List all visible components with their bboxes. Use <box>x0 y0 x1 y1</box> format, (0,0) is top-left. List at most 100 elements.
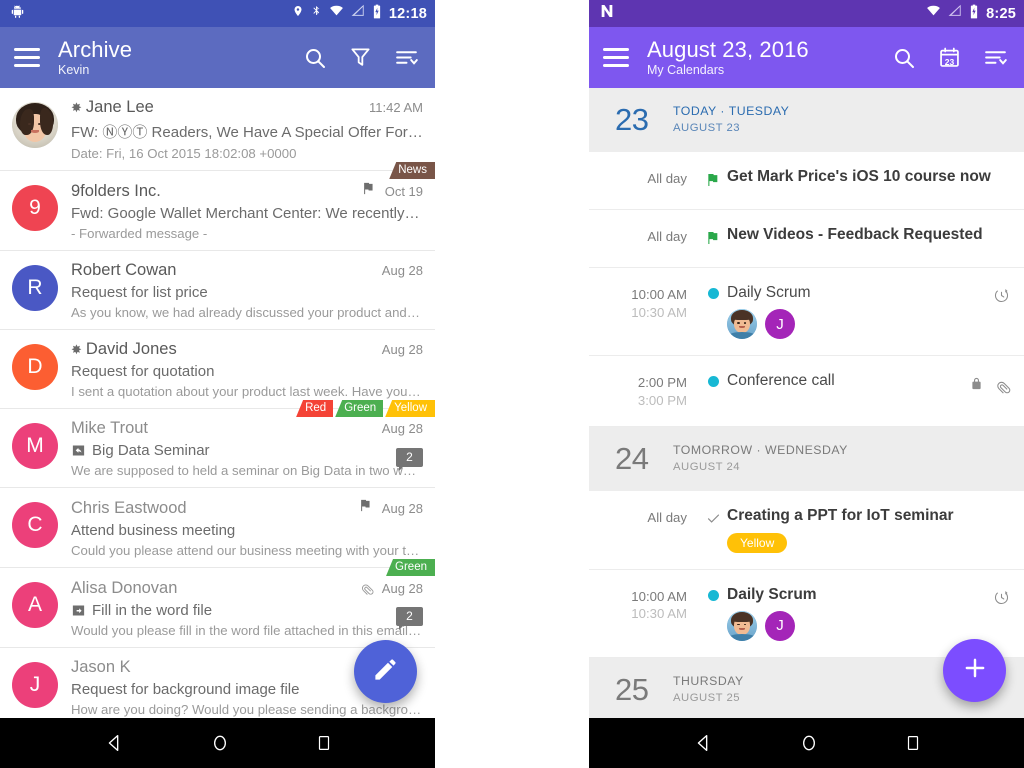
agenda-event-row[interactable]: All day New Videos - Feedback Requested <box>589 210 1024 268</box>
agenda-day-labels: THURSDAY AUGUST 25 <box>673 674 744 706</box>
label-chip[interactable]: Yellow <box>385 400 435 417</box>
hamburger-icon[interactable] <box>14 48 40 67</box>
mail-item-header: Chris Eastwood Aug 28 <box>71 498 423 518</box>
calendar-toolbar-titles: August 23, 2016 My Calendars <box>647 38 892 77</box>
calendar-today-icon[interactable]: 23 <box>938 46 961 69</box>
attendee-avatar[interactable]: J <box>765 309 795 339</box>
thread-count-value: 2 <box>396 448 423 471</box>
agenda-day-labels: TODAY · TUESDAY AUGUST 23 <box>673 104 789 136</box>
avatar[interactable]: D <box>12 344 58 390</box>
attendee-avatar[interactable]: J <box>765 610 795 641</box>
event-main: Conference call <box>727 372 961 390</box>
agenda-day-number: 25 <box>615 671 649 707</box>
search-icon[interactable] <box>303 46 327 70</box>
event-title: Creating a PPT for IoT seminar <box>727 506 954 524</box>
mail-preview: How are you doing? Would you please send… <box>71 702 423 717</box>
flag-green-icon <box>705 230 721 251</box>
mail-item-body: Robert Cowan Aug 28 Request for list price… <box>71 260 423 320</box>
sender-name: Chris Eastwood <box>71 499 187 517</box>
calendar-toolbar-actions: 23 <box>892 45 1014 70</box>
bluetooth-icon <box>311 4 322 23</box>
sort-icon[interactable] <box>983 45 1008 70</box>
agenda-event-row[interactable]: 10:00 AM 10:30 AM Daily Scrum J <box>589 268 1024 356</box>
star-icon[interactable]: ✸ <box>71 342 82 357</box>
agenda-day-header: 24 TOMORROW · WEDNESDAY AUGUST 24 <box>589 426 1024 491</box>
label-chip[interactable]: Red <box>296 400 334 417</box>
sort-icon[interactable] <box>394 45 419 70</box>
signal-off-icon <box>351 4 365 23</box>
mail-date: Aug 28 <box>381 580 423 596</box>
mail-item-meta: Aug 28 <box>350 498 423 518</box>
flag-icon[interactable] <box>358 498 373 518</box>
mail-item-body: Chris Eastwood Aug 28 Attend business meet… <box>71 497 423 558</box>
label-chip[interactable]: Green <box>335 400 384 417</box>
home-circle-icon[interactable] <box>210 733 230 753</box>
mail-list-item[interactable]: C Chris Eastwood Aug 28 Attend business mee… <box>0 488 435 576</box>
mail-list-item[interactable]: D ✸ David Jones Aug 28 Request for quotation… <box>0 330 435 417</box>
thread-count-badge: 2 <box>396 607 423 630</box>
agenda-event-row[interactable]: All day Get Mark Price's iOS 10 course no… <box>589 152 1024 210</box>
attendee-avatar[interactable] <box>727 309 757 339</box>
label-chip[interactable]: News <box>389 162 435 179</box>
mail-date: Aug 28 <box>381 421 423 436</box>
mail-list-item[interactable]: M Mike Trout Aug 28 Big Data Seminar We are … <box>0 409 435 488</box>
back-triangle-icon[interactable] <box>692 732 714 754</box>
compose-fab-button[interactable] <box>354 640 417 703</box>
avatar[interactable]: 9 <box>12 185 58 231</box>
agenda-day-relative: TODAY · TUESDAY <box>673 104 790 119</box>
avatar[interactable]: R <box>12 265 58 311</box>
android-n-icon <box>599 3 615 24</box>
sender-name: ✸ David Jones <box>71 340 177 358</box>
mail-list-item[interactable]: A Alisa Donovan Aug 28 Fill in the word fil… <box>0 568 435 648</box>
star-icon[interactable]: ✸ <box>71 100 82 115</box>
screenshot-stage: 12:18 Archive Kevin ✸ Jane Lee 11:42 AM FW: <box>0 0 1024 768</box>
event-color-dot <box>707 589 719 601</box>
calendar-app-screen: 8:25 August 23, 2016 My Calendars 23 23 … <box>589 0 1024 768</box>
mail-subject: Request for quotation <box>71 363 215 380</box>
attachment-icon <box>353 576 378 601</box>
avatar[interactable]: J <box>12 662 58 708</box>
event-attendees: J <box>727 309 985 339</box>
agenda-event-row[interactable]: 2:00 PM 3:00 PM Conference call <box>589 356 1024 427</box>
mail-list-item[interactable]: R Robert Cowan Aug 28 Request for list pric… <box>0 251 435 330</box>
event-main: Creating a PPT for IoT seminar Yellow <box>727 507 1010 553</box>
event-color-dot <box>707 376 719 387</box>
agenda-event-row[interactable]: All day Creating a PPT for IoT seminar Yel… <box>589 491 1024 570</box>
avatar[interactable]: M <box>12 423 58 469</box>
calendar-subtitle: My Calendars <box>647 62 725 77</box>
calendar-toolbar: August 23, 2016 My Calendars 23 <box>589 27 1024 88</box>
mail-preview: As you know, we had already discussed yo… <box>71 305 423 320</box>
mail-date: Aug 28 <box>381 342 423 357</box>
add-event-fab-button[interactable] <box>943 639 1006 702</box>
flag-icon[interactable] <box>361 181 376 201</box>
event-all-day-label: All day <box>647 171 687 186</box>
lock-icon <box>969 376 984 396</box>
mail-list-item[interactable]: ✸ Jane Lee 11:42 AM FW: ⓃⓎⓉ Readers, We Hav… <box>0 88 435 179</box>
sender-name: Mike Trout <box>71 419 149 437</box>
event-color-dot <box>707 288 719 299</box>
avatar[interactable] <box>12 102 58 148</box>
mail-item-header: Alisa Donovan Aug 28 <box>71 578 423 598</box>
hamburger-icon[interactable] <box>603 48 629 67</box>
mail-preview: We are supposed to held a seminar on Big… <box>71 463 423 478</box>
mail-item-body: ✸ Jane Lee 11:42 AM FW: ⓃⓎⓉ Readers, We Hav… <box>71 97 423 161</box>
mail-list-item[interactable]: 9 9folders Inc. Oct 19 Fwd: Google Wallet M… <box>0 171 435 251</box>
attendee-avatar[interactable] <box>727 610 757 641</box>
event-category-pill[interactable]: Yellow <box>727 532 788 553</box>
wifi-icon <box>329 4 344 23</box>
recents-square-icon[interactable] <box>315 734 333 752</box>
avatar[interactable]: A <box>12 582 58 628</box>
search-icon[interactable] <box>892 46 916 70</box>
home-circle-icon[interactable] <box>799 733 819 753</box>
avatar[interactable]: C <box>12 502 58 548</box>
filter-icon[interactable] <box>349 46 372 69</box>
mail-date: Aug 28 <box>381 263 423 278</box>
event-marker <box>699 586 727 601</box>
mail-preview: Could you please attend our business mee… <box>71 543 423 558</box>
label-chip[interactable]: Green <box>386 559 435 576</box>
back-triangle-icon[interactable] <box>103 732 125 754</box>
event-end-time: 3:00 PM <box>637 392 687 408</box>
mail-preview: Date: Fri, 16 Oct 2015 18:02:08 +0000 <box>71 146 297 161</box>
agenda-day-date: AUGUST 25 <box>673 691 741 704</box>
recents-square-icon[interactable] <box>904 734 922 752</box>
